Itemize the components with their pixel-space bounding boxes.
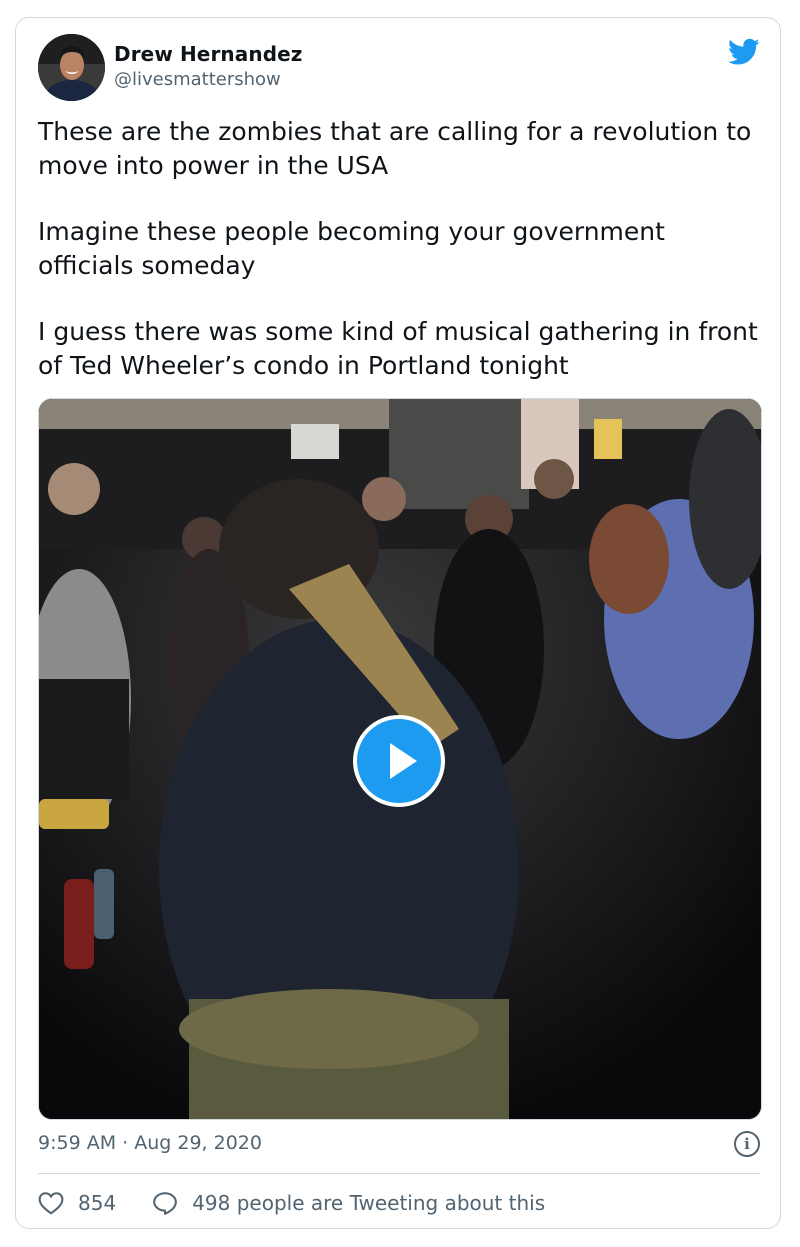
divider xyxy=(38,1173,760,1174)
conversation-text: 498 people are Tweeting about this xyxy=(192,1191,546,1215)
tweet-paragraph: I guess there was some kind of musical g… xyxy=(38,317,758,380)
like-button[interactable]: 854 xyxy=(38,1191,116,1215)
like-count: 854 xyxy=(78,1191,117,1215)
tweet-card[interactable]: Drew Hernandez @livesmattershow These ar… xyxy=(15,17,781,1229)
tweet-actions: 854 498 people are Tweeting about this xyxy=(38,1188,545,1218)
twitter-bird-icon[interactable] xyxy=(728,38,760,66)
speech-bubble-icon xyxy=(153,1192,178,1215)
video-player[interactable] xyxy=(38,398,762,1120)
info-icon[interactable]: i xyxy=(734,1131,760,1157)
play-button[interactable] xyxy=(353,715,445,807)
author-avatar[interactable] xyxy=(38,34,105,101)
author-handle[interactable]: @livesmattershow xyxy=(114,69,281,90)
conversation-link[interactable]: 498 people are Tweeting about this xyxy=(152,1191,545,1215)
heart-icon xyxy=(38,1192,64,1215)
tweet-paragraph: These are the zombies that are calling f… xyxy=(38,117,752,180)
author-name[interactable]: Drew Hernandez xyxy=(114,42,303,66)
tweet-paragraph: Imagine these people becoming your gover… xyxy=(38,217,665,280)
avatar-photo xyxy=(38,34,105,101)
play-icon xyxy=(390,743,417,779)
tweet-text: These are the zombies that are calling f… xyxy=(38,115,768,415)
tweet-timestamp[interactable]: 9:59 AM · Aug 29, 2020 xyxy=(38,1132,262,1154)
